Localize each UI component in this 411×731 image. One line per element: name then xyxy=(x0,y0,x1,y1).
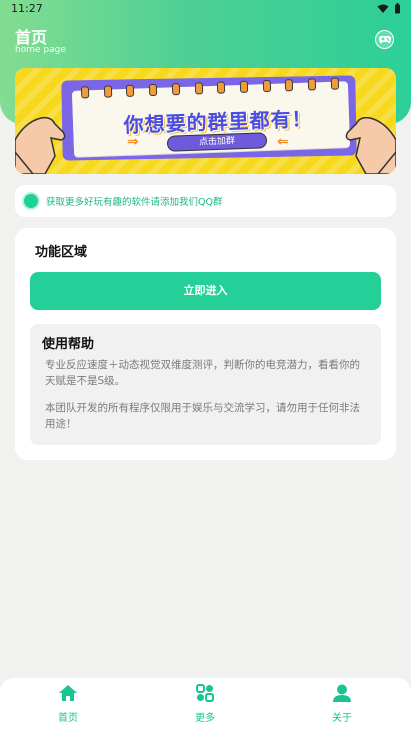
grid-icon xyxy=(196,684,214,702)
right-hand-illustration xyxy=(345,116,396,174)
wifi-icon xyxy=(377,4,389,13)
nav-label-about: 关于 xyxy=(332,713,352,724)
status-time: 11:27 xyxy=(11,2,43,15)
help-title: 使用帮助 xyxy=(42,337,95,352)
qq-group-notice[interactable]: 获取更多好玩有趣的软件请添加我们QQ群 xyxy=(15,185,396,217)
home-icon xyxy=(59,685,77,701)
user-icon xyxy=(333,684,351,702)
battery-icon xyxy=(395,3,400,14)
nav-label-more: 更多 xyxy=(195,713,215,724)
status-bar: 11:27 xyxy=(0,0,411,18)
disclaimer-paragraph: 本团队开发的所有程序仅限用于娱乐与交流学习，请勿用于任何非法用途！ xyxy=(45,402,360,430)
arrow-left-icon: ⇐ xyxy=(277,134,289,150)
notice-text: 获取更多好玩有趣的软件请添加我们QQ群 xyxy=(46,197,223,208)
game-controller-button[interactable] xyxy=(375,30,394,49)
help-paragraph: 专业反应速度＋动态视觉双维度测评，判断你的电竞潜力，看看你的天赋是不是S级。 xyxy=(45,359,360,387)
nav-label-home: 首页 xyxy=(58,713,78,724)
function-card: 功能区域 立即进入 使用帮助 专业反应速度＋动态视觉双维度测评，判断你的电竞潜力… xyxy=(15,228,396,460)
function-area-title: 功能区域 xyxy=(35,245,88,260)
notice-dot-icon xyxy=(24,194,38,208)
nav-item-more[interactable]: 更多 xyxy=(165,684,245,724)
enter-now-button[interactable]: 立即进入 xyxy=(30,272,381,310)
page-subtitle: home page xyxy=(15,45,66,55)
left-hand-illustration xyxy=(15,116,66,174)
bottom-nav: 首页 更多 关于 xyxy=(0,678,411,731)
arrow-right-icon: ⇒ xyxy=(127,134,139,150)
join-group-banner[interactable]: 你想要的群里都有！ ⇒ 点击加群 ⇐ xyxy=(15,68,396,174)
game-controller-icon xyxy=(378,36,391,44)
help-section: 使用帮助 专业反应速度＋动态视觉双维度测评，判断你的电竞潜力，看看你的天赋是不是… xyxy=(30,324,381,445)
nav-item-about[interactable]: 关于 xyxy=(302,684,382,724)
nav-item-home[interactable]: 首页 xyxy=(28,684,108,724)
